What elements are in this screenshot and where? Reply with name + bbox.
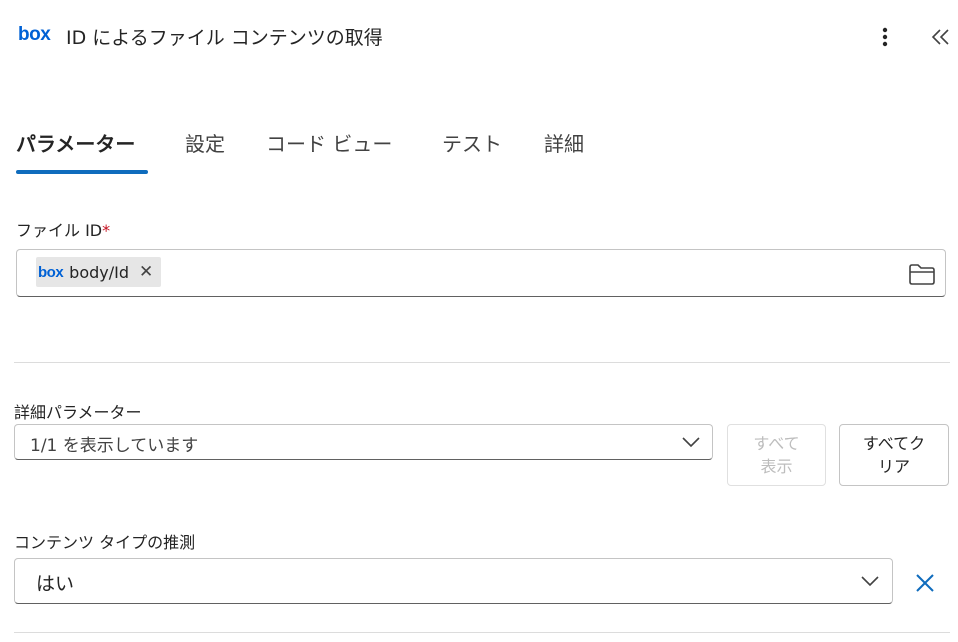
- more-options-button[interactable]: [872, 22, 898, 52]
- content-type-value: はい: [36, 573, 75, 595]
- advanced-parameters-label: 詳細パラメーター: [14, 403, 142, 422]
- file-id-label-text: ファイル ID: [16, 221, 103, 240]
- show-all-line2: 表示: [760, 457, 793, 476]
- file-id-label: ファイル ID*: [16, 217, 110, 241]
- token-remove-button[interactable]: ✕: [139, 262, 153, 282]
- chevron-down-icon: [682, 437, 700, 448]
- remove-parameter-button[interactable]: [910, 568, 940, 598]
- active-tab-indicator: [16, 170, 148, 174]
- browse-folder-button[interactable]: [906, 260, 938, 288]
- section-divider: [14, 362, 950, 363]
- clear-all-button[interactable]: すべてク リア: [839, 424, 949, 486]
- clear-all-line1: すべてク: [862, 434, 926, 453]
- close-icon: [916, 574, 934, 592]
- tab-code-view[interactable]: コード ビュー: [266, 128, 392, 157]
- advanced-parameters-value: 1/1 を表示しています: [30, 436, 199, 456]
- double-chevron-left-icon: [931, 29, 949, 45]
- show-all-line1: すべて: [753, 434, 800, 453]
- tab-details[interactable]: 詳細: [544, 128, 584, 157]
- required-mark: *: [102, 221, 111, 240]
- dynamic-content-token[interactable]: box body/Id ✕: [36, 257, 162, 287]
- collapse-panel-button[interactable]: [926, 22, 956, 52]
- content-type-dropdown[interactable]: [14, 558, 893, 604]
- page-title: ID によるファイル コンテンツの取得: [66, 27, 383, 49]
- content-type-label: コンテンツ タイプの推測: [14, 533, 196, 552]
- show-all-button[interactable]: すべて 表示: [727, 424, 826, 486]
- tab-parameters[interactable]: パラメーター: [16, 128, 135, 157]
- folder-icon: [909, 264, 935, 285]
- tab-settings[interactable]: 設定: [185, 128, 225, 157]
- box-logo: box: [18, 24, 51, 45]
- tab-test[interactable]: テスト: [442, 128, 502, 157]
- clear-all-line2: リア: [877, 457, 910, 476]
- more-vertical-icon: [882, 27, 888, 47]
- section-divider: [14, 632, 950, 633]
- token-label: body/Id: [69, 262, 130, 282]
- chevron-down-icon: [861, 576, 879, 587]
- box-token-icon: box: [38, 263, 64, 281]
